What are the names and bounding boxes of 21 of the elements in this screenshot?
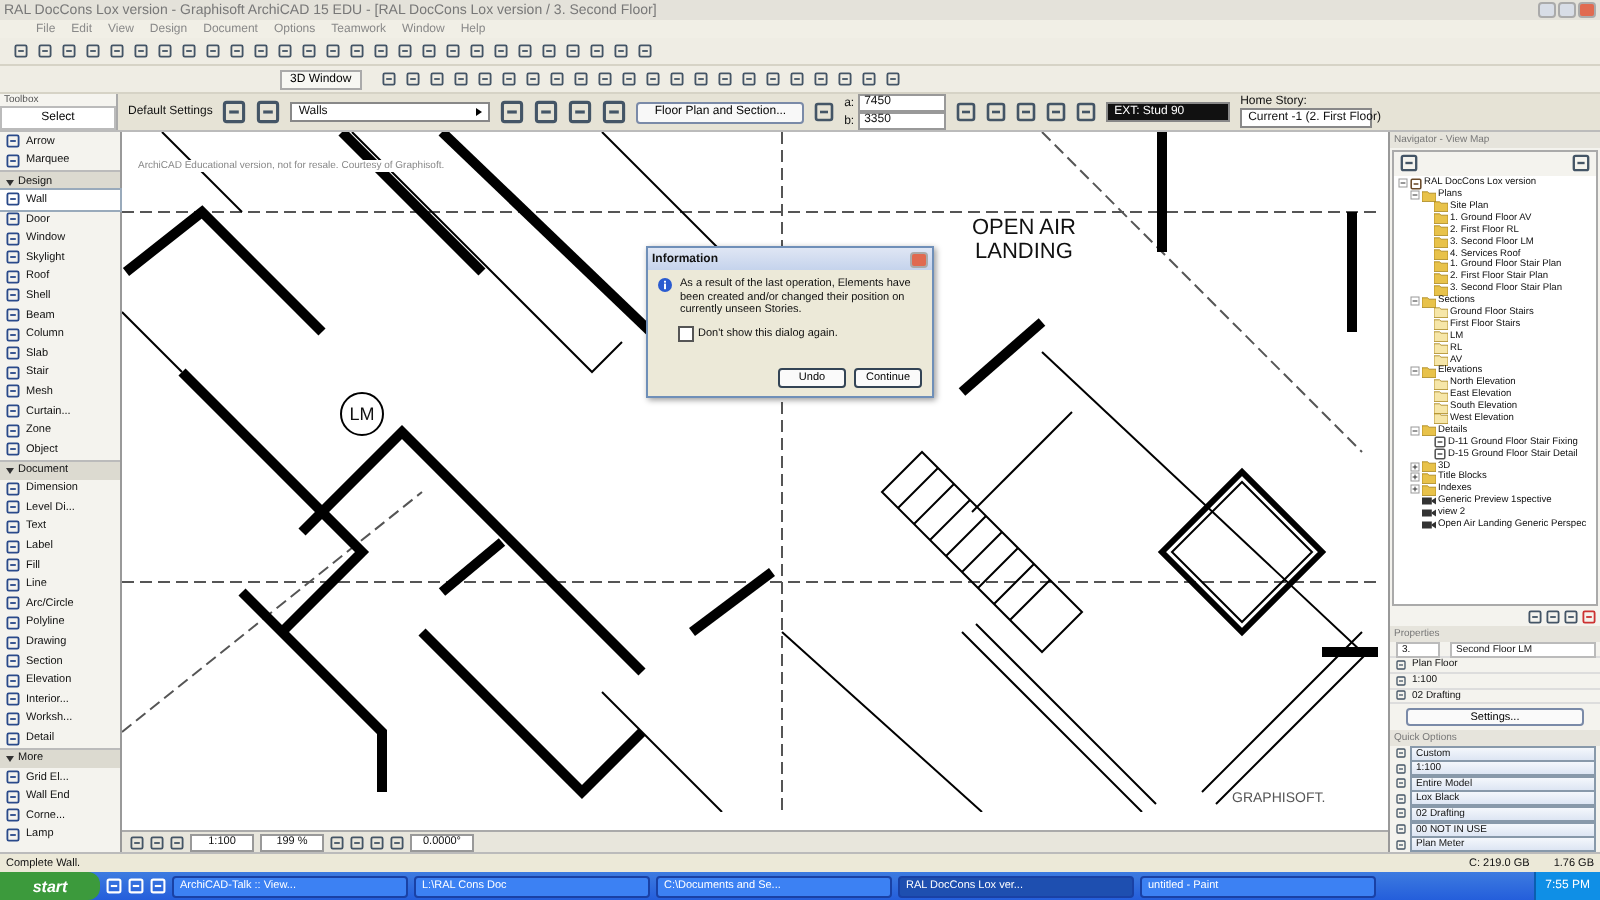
dropdown-arrow-icon xyxy=(474,108,483,116)
close-button[interactable] xyxy=(1578,2,1596,18)
maximize-button[interactable] xyxy=(1558,2,1576,18)
close-button[interactable] xyxy=(910,251,928,267)
start-button[interactable]: start xyxy=(0,872,100,900)
checkbox[interactable] xyxy=(678,325,694,341)
collapse-arrow-icon xyxy=(6,177,14,186)
expand-icon[interactable] xyxy=(1410,472,1420,483)
collapse-arrow-icon xyxy=(6,754,14,763)
collapse-icon[interactable] xyxy=(1410,366,1420,377)
expand-icon[interactable] xyxy=(1410,484,1420,495)
collapse-icon[interactable] xyxy=(1398,178,1408,189)
collapse-icon[interactable] xyxy=(1410,190,1420,201)
collapse-arrow-icon xyxy=(6,466,14,474)
area-label: OPEN AIR LANDING xyxy=(972,216,1076,264)
collapse-icon[interactable] xyxy=(1410,425,1420,436)
expand-icon[interactable] xyxy=(1410,461,1420,472)
section-marker: LM xyxy=(340,392,384,436)
collapse-icon[interactable] xyxy=(1410,296,1420,307)
info-icon xyxy=(658,278,672,292)
minimize-button[interactable] xyxy=(1538,2,1556,18)
